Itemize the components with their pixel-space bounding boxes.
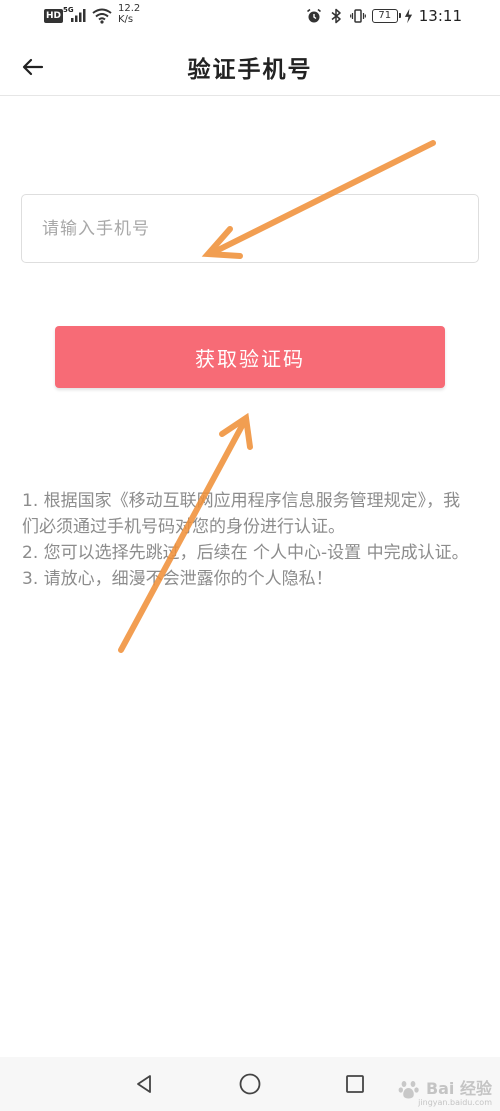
hd-badge: HD xyxy=(44,9,64,23)
speed-value: 12.2 xyxy=(118,3,141,14)
clock: 13:11 xyxy=(418,7,462,25)
page-title: 验证手机号 xyxy=(187,57,313,83)
status-bar: HD 5G 12.2 K/s 71 13:11 xyxy=(0,0,500,36)
get-verification-code-button[interactable]: 获取验证码 xyxy=(55,326,445,388)
watermark-text: Bai 经验 xyxy=(425,1078,492,1098)
notice-line-2: 2. 您可以选择先跳过，后续在 个人中心-设置 中完成认证。 xyxy=(22,543,469,563)
system-nav-bar: Bai 经验 jingyan.baidu.com xyxy=(0,1057,500,1111)
nav-back-button[interactable] xyxy=(130,1070,158,1098)
status-right: 71 13:11 xyxy=(306,6,462,26)
baidu-paw-icon xyxy=(398,1081,420,1099)
nav-recents-button[interactable] xyxy=(341,1070,369,1098)
notice-line-3: 3. 请放心，细漫不会泄露你的个人隐私！ xyxy=(22,569,333,589)
back-triangle-icon xyxy=(137,1075,151,1093)
bluetooth-icon xyxy=(331,8,341,24)
arrow-to-button-head xyxy=(219,412,253,450)
signal-icon xyxy=(71,9,86,22)
notice-line-1: 1. 根据国家《移动互联网应用程序信息服务管理规定》，我们必须通过手机号码对您的… xyxy=(22,491,461,537)
vibrate-icon xyxy=(349,9,366,23)
speed-unit: K/s xyxy=(118,14,134,25)
battery-icon: 71 xyxy=(371,9,401,23)
nav-home-button[interactable] xyxy=(236,1070,264,1098)
network-speed: 12.2 K/s xyxy=(118,3,140,25)
home-circle-icon xyxy=(239,1073,261,1095)
recents-square-icon xyxy=(346,1075,364,1093)
wifi-icon xyxy=(92,8,112,24)
phone-screen: HD 5G 12.2 K/s 71 13:11 验证手机号 请输入手机号 获取验… xyxy=(0,0,500,1111)
alarm-icon xyxy=(306,8,321,23)
page-header: 验证手机号 xyxy=(0,36,500,96)
verification-notice: 1. 根据国家《移动互联网应用程序信息服务管理规定》，我们必须通过手机号码对您的… xyxy=(22,488,472,592)
baidu-watermark: Bai 经验 jingyan.baidu.com xyxy=(398,1075,492,1107)
charging-icon xyxy=(404,8,412,24)
phone-number-input[interactable] xyxy=(21,194,479,263)
